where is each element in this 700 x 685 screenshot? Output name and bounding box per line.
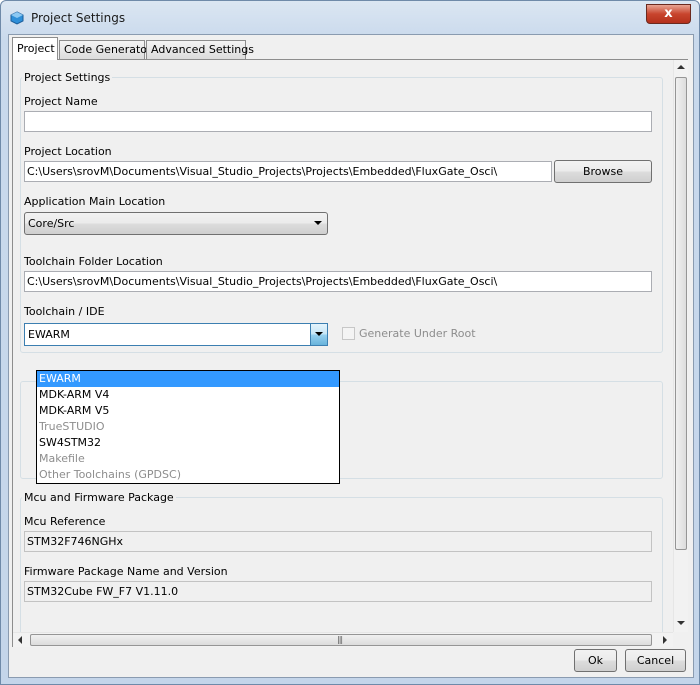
firmware-label: Firmware Package Name and Version [24, 565, 228, 578]
app-main-location-value: Core/Src [28, 217, 75, 230]
project-name-input[interactable] [24, 111, 652, 132]
grip-icon: ||| [337, 635, 343, 644]
generate-under-root-checkbox[interactable] [342, 327, 355, 340]
project-name-label: Project Name [24, 95, 98, 108]
browse-button[interactable]: Browse [554, 160, 652, 183]
mcu-reference-field: STM32F746NGHx [24, 531, 652, 552]
app-main-location-label: Application Main Location [24, 195, 166, 208]
project-location-label: Project Location [24, 145, 112, 158]
toolchain-folder-input[interactable]: C:\Users\srovM\Documents\Visual_Studio_P… [24, 271, 652, 292]
scroll-up-icon[interactable] [677, 65, 685, 69]
title-bar[interactable]: Project Settings x [1, 1, 699, 33]
generate-under-root-label: Generate Under Root [359, 327, 476, 340]
scroll-right-icon[interactable] [663, 636, 667, 644]
cube-icon [10, 11, 24, 25]
dialog-client-area: Project Code Generator Advanced Settings… [8, 34, 694, 678]
dropdown-item-truestudio: TrueSTUDIO [39, 420, 105, 433]
mcu-firmware-group-title: Mcu and Firmware Package [22, 491, 176, 504]
chevron-down-icon [315, 332, 323, 336]
dropdown-item-makefile: Makefile [39, 452, 85, 465]
dropdown-item-ewarm[interactable]: EWARM [37, 371, 339, 387]
project-location-input[interactable]: C:\Users\srovM\Documents\Visual_Studio_P… [24, 161, 552, 182]
app-main-location-select[interactable]: Core/Src [24, 212, 328, 235]
dropdown-item-sw4stm32[interactable]: SW4STM32 [37, 435, 339, 451]
toolchain-ide-label: Toolchain / IDE [24, 305, 105, 318]
dropdown-item-mdk-arm-v4[interactable]: MDK-ARM V4 [37, 387, 339, 403]
horizontal-scrollbar[interactable]: ||| [13, 632, 673, 647]
project-settings-dialog: Project Settings x Project Code Generato… [0, 0, 700, 685]
cancel-button[interactable]: Cancel [625, 649, 686, 672]
toolchain-dropdown-button[interactable] [310, 324, 327, 345]
firmware-field: STM32Cube FW_F7 V1.11.0 [24, 581, 652, 602]
toolchain-ide-select[interactable]: EWARM [24, 323, 328, 346]
scroll-left-icon[interactable] [18, 636, 22, 644]
dropdown-item-other-toolchains: Other Toolchains (GPDSC) [39, 468, 181, 481]
close-button[interactable]: x [646, 4, 691, 24]
window-title: Project Settings [31, 11, 126, 25]
tab-panel-project: Project Settings Project Name Project Lo… [12, 59, 688, 647]
toolchain-ide-value: EWARM [28, 328, 70, 341]
project-settings-group-title: Project Settings [22, 71, 113, 84]
toolchain-dropdown-list: EWARM MDK-ARM V4 MDK-ARM V5 TrueSTUDIO S… [36, 370, 340, 484]
vertical-scroll-thumb[interactable] [675, 77, 687, 550]
scroll-down-icon[interactable] [677, 621, 685, 625]
ok-button[interactable]: Ok [574, 649, 617, 672]
chevron-down-icon [314, 221, 322, 225]
mcu-reference-label: Mcu Reference [24, 515, 106, 528]
toolchain-folder-label: Toolchain Folder Location [24, 255, 163, 268]
horizontal-scroll-thumb[interactable]: ||| [30, 634, 652, 646]
scroll-corner [673, 632, 688, 647]
tab-code-generator[interactable]: Code Generator [59, 40, 152, 59]
vertical-scrollbar[interactable] [673, 60, 688, 632]
scroll-content: Project Settings Project Name Project Lo… [13, 60, 673, 632]
tab-project[interactable]: Project [12, 37, 58, 60]
tab-advanced-settings[interactable]: Advanced Settings [146, 40, 254, 59]
dropdown-item-mdk-arm-v5[interactable]: MDK-ARM V5 [37, 403, 339, 419]
